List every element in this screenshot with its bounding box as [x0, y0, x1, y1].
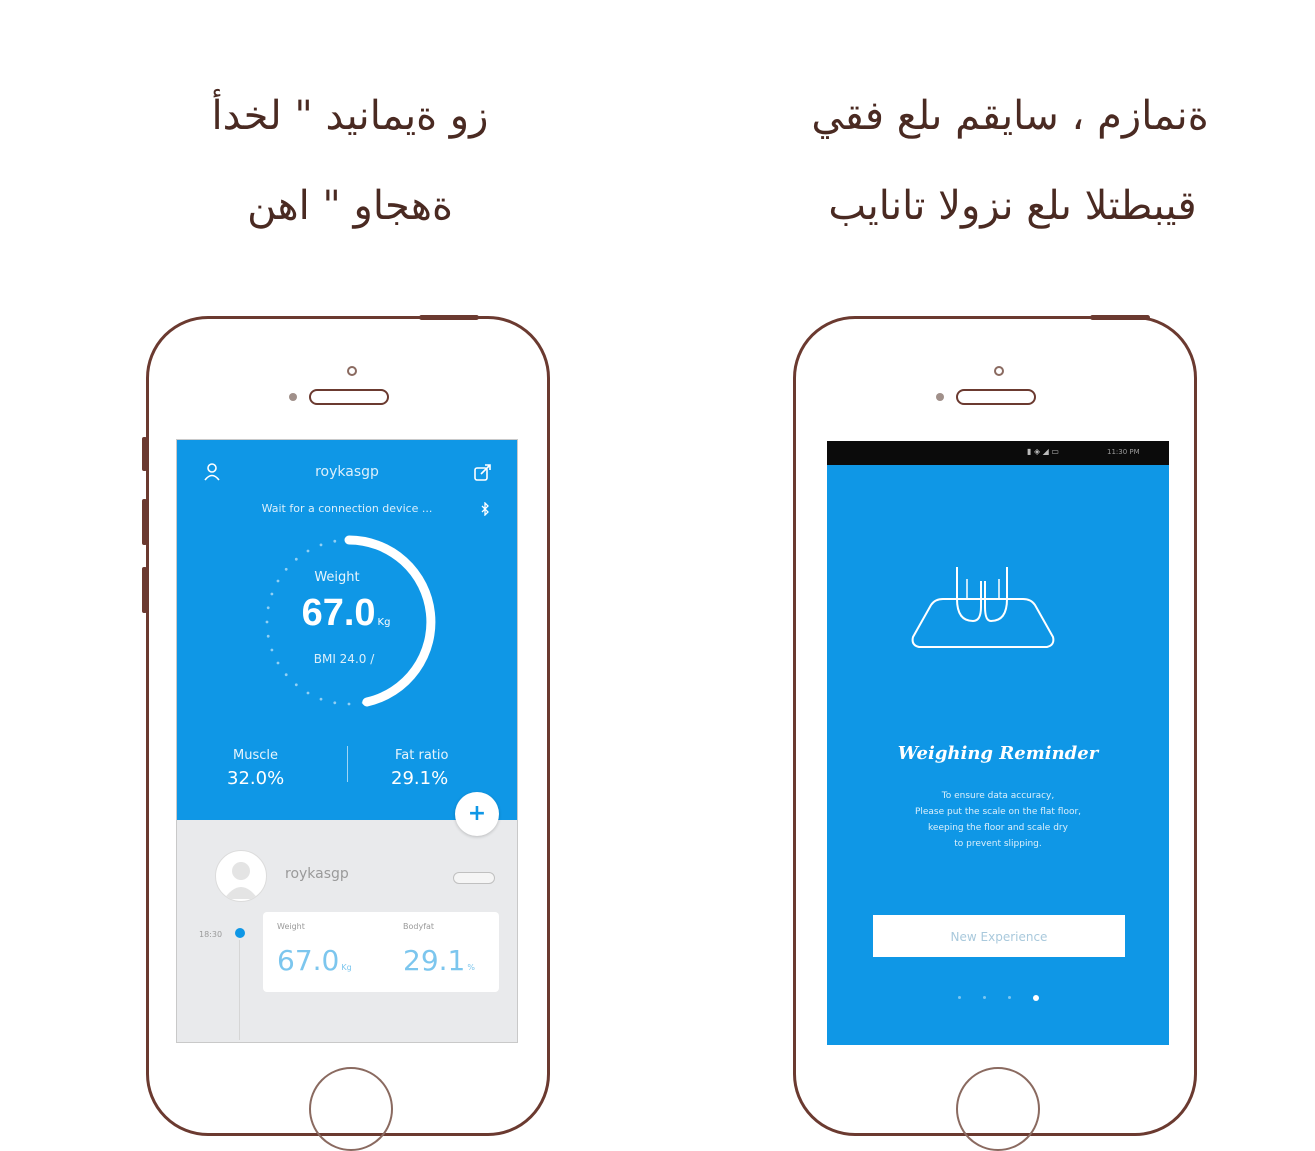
earpiece-speaker [956, 389, 1036, 405]
reminder-title: Weighing Reminder [897, 743, 1099, 764]
connection-status: Wait for a connection device ... [261, 502, 433, 515]
home-button[interactable] [956, 1067, 1040, 1151]
muscle-label: Muscle [233, 748, 278, 763]
left-caption-line2: ةهجاو " اه‍ن [247, 183, 453, 229]
gauge-tick [333, 701, 337, 705]
muscle-value: 32.0% [227, 768, 285, 789]
user-toggle[interactable] [453, 872, 495, 884]
gauge-tick [306, 691, 310, 695]
proximity-sensor [936, 393, 944, 401]
new-experience-button[interactable]: New Experience [873, 915, 1125, 957]
volume-up-button [142, 499, 147, 545]
reminder-body-3: keeping the floor and scale dry [928, 823, 1068, 833]
right-caption-line1: ةنمازم ، ساي‍قم ى‍لع ف‍قي [811, 93, 1209, 139]
bmi-text: BMI 24.0 / [313, 652, 375, 666]
weight-readout: 67.0 Kg [281, 592, 411, 635]
plus-icon: + [467, 801, 487, 826]
weight-unit: Kg [377, 617, 391, 628]
left-caption-line1: زو ةيماني‍د " لخدأ [211, 93, 489, 139]
weight-value: 67.0 [301, 592, 376, 634]
right-phone-frame: ▮ ◈ ◢ ▭ 11:30 PM Weighing Reminder To en… [793, 315, 1197, 1151]
phone-top-accent [419, 315, 479, 320]
gauge-tick [306, 549, 310, 553]
volume-down-button [142, 567, 147, 613]
gauge-tick [265, 620, 269, 624]
gauge-tick [347, 702, 351, 706]
gauge-tick [333, 539, 337, 543]
user-avatar[interactable] [215, 850, 267, 902]
stats-divider [347, 746, 348, 782]
record-weight-label: Weight [277, 922, 305, 931]
front-camera [994, 366, 1004, 376]
user-icon[interactable] [203, 462, 221, 482]
gauge-tick [319, 543, 323, 547]
gauge-tick [276, 579, 280, 583]
page-dot[interactable] [982, 996, 986, 999]
gauge-tick [294, 683, 298, 687]
record-fat-value: 29.1 [403, 944, 466, 977]
right-caption-line2: قي‍بطتلا ى‍لع نزولا تانايب [828, 183, 1197, 229]
scale-feet-icon [911, 567, 1055, 648]
record-fat: 29.1% [403, 944, 475, 977]
record-weight-unit: Kg [341, 963, 352, 972]
new-experience-label: New Experience [950, 930, 1048, 944]
proximity-sensor [289, 393, 297, 401]
avatar-icon [224, 862, 258, 899]
add-record-button[interactable]: + [455, 792, 499, 836]
record-fat-unit: % [467, 963, 475, 972]
gauge-tick [266, 606, 270, 610]
page-indicator [827, 987, 1169, 1006]
left-app-screen: roykasgp Wait for a connection device ..… [176, 439, 518, 1043]
timeline-line [239, 940, 240, 1040]
gauge-tick [276, 661, 280, 665]
fat-ratio-label: Fat ratio [395, 748, 449, 763]
header-username: roykasgp [315, 464, 379, 480]
bluetooth-icon [481, 501, 489, 517]
reminder-body-2: Please put the scale on the flat floor, [914, 807, 1082, 817]
card-username: roykasgp [285, 866, 349, 882]
front-camera [347, 366, 357, 376]
page-dot-active[interactable] [1032, 994, 1039, 1001]
gauge-tick [270, 592, 274, 596]
timeline-dot [235, 928, 245, 938]
fat-ratio-value: 29.1% [391, 768, 449, 789]
status-bar: ▮ ◈ ◢ ▭ 11:30 PM [827, 441, 1169, 465]
reminder-body-4: to prevent slipping. [954, 839, 1042, 849]
record-fat-label: Bodyfat [403, 922, 435, 931]
mute-switch [142, 437, 147, 471]
gauge-tick [270, 648, 274, 652]
gauge-tick [294, 557, 298, 561]
weight-label: Weight [314, 570, 360, 585]
page-dot[interactable] [957, 996, 961, 999]
status-icons: ▮ ◈ ◢ ▭ [1027, 447, 1059, 456]
gauge-tick [284, 567, 288, 571]
gauge-tick [284, 673, 288, 677]
reminder-body-1: To ensure data accuracy, [941, 791, 1055, 801]
record-weight: 67.0 Kg [277, 944, 352, 977]
record-time: 18:30 [199, 930, 223, 939]
gauge-tick [266, 634, 270, 638]
phone-top-accent [1090, 315, 1150, 320]
right-app-screen: ▮ ◈ ◢ ▭ 11:30 PM Weighing Reminder To en… [827, 441, 1169, 1045]
gauge-tick [319, 697, 323, 701]
home-button[interactable] [309, 1067, 393, 1151]
record-card[interactable]: Weight 67.0 Kg Bodyfat 29.1% [263, 912, 499, 992]
share-icon[interactable] [473, 462, 493, 482]
left-phone-frame: roykasgp Wait for a connection device ..… [142, 315, 550, 1151]
earpiece-speaker [309, 389, 389, 405]
status-time: 11:30 PM [1107, 448, 1140, 456]
page-dot[interactable] [1007, 996, 1011, 999]
record-weight-value: 67.0 [277, 944, 340, 977]
